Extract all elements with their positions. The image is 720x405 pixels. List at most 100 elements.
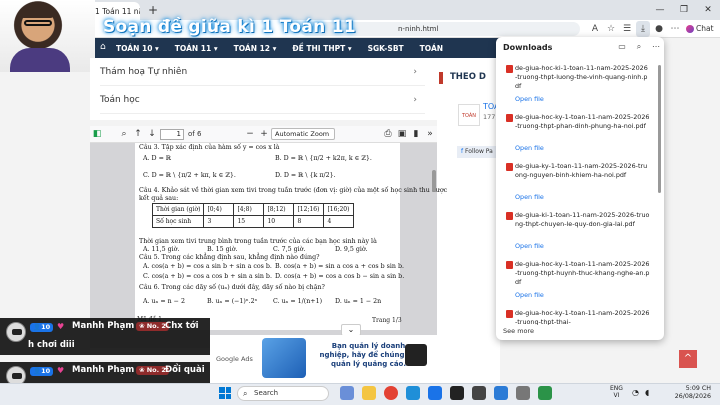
open-file-link[interactable]: Open file: [515, 291, 544, 299]
chevron-right-icon: ›: [413, 67, 417, 77]
table-cell: 10: [263, 215, 295, 228]
nav-toan-10[interactable]: TOÁN 10 ▾: [116, 44, 159, 53]
search-icon[interactable]: ⌕: [633, 42, 645, 54]
table-row: Số học sinh 3 15 10 8 4: [151, 215, 355, 228]
folder-icon[interactable]: ▭: [616, 42, 628, 54]
language-indicator[interactable]: ENG VI: [610, 385, 623, 399]
q4-option-b: B. 15 giờ.: [207, 246, 238, 253]
favorite-star-icon[interactable]: ☆: [604, 21, 618, 37]
chrome-icon[interactable]: [384, 386, 398, 400]
read-aloud-icon[interactable]: A: [588, 21, 602, 37]
table-cell: Số học sinh: [151, 215, 205, 228]
follow-label: Follow Pa: [465, 148, 493, 155]
tiktok-icon[interactable]: [450, 386, 464, 400]
scroll-top-button[interactable]: ^: [679, 350, 697, 368]
nav-toan-12[interactable]: TOÁN 12 ▾: [234, 44, 277, 53]
zoom-out-icon[interactable]: −: [244, 128, 256, 140]
more-options-icon[interactable]: ⋯: [650, 42, 662, 54]
more-menu-icon[interactable]: ⋯: [668, 21, 682, 37]
close-window-button[interactable]: ✕: [696, 0, 720, 20]
downloads-icon[interactable]: ⤓: [636, 21, 650, 37]
nav-toan[interactable]: TOÁN: [420, 44, 443, 53]
tools-icon[interactable]: »: [424, 128, 436, 140]
page-footer-number: Trang 1/3: [372, 317, 402, 324]
ad-image-phone: [405, 344, 427, 366]
see-more-link[interactable]: See more: [503, 327, 534, 335]
find-icon[interactable]: ⌕: [118, 128, 130, 140]
home-icon[interactable]: ⌂: [100, 42, 106, 52]
word-icon[interactable]: [428, 386, 442, 400]
q5-option-a: A. cos(a + b) = cos a sin b + sin a cos …: [143, 263, 272, 270]
open-file-link[interactable]: Open file: [515, 193, 544, 201]
zoom-in-icon[interactable]: +: [258, 128, 270, 140]
pdf-file-icon: [506, 261, 513, 269]
level-badge: 👤10: [30, 367, 54, 376]
data-table: Thời gian (giờ) [0;4) [4;8) [8;12) [12;1…: [151, 203, 355, 228]
download-item[interactable]: de-giua-hoc-ky-1-toan-11-nam-2025-2026-t…: [506, 309, 651, 325]
question-6: Câu 6. Trong các dãy số (uₙ) dưới đây, d…: [139, 284, 325, 291]
q5-option-b: B. cos(a + b) = sin a cos a + cos b sin …: [275, 263, 404, 270]
pdf-file-icon: [506, 212, 513, 220]
task-view-icon[interactable]: [340, 386, 354, 400]
windows-start-icon[interactable]: [219, 387, 231, 399]
minimize-button[interactable]: —: [648, 0, 672, 20]
pdf-file-icon: [506, 163, 513, 171]
nav-sgk-sbt[interactable]: SGK-SBT: [368, 44, 404, 53]
wifi-icon[interactable]: ◔: [632, 388, 639, 397]
print-icon[interactable]: ⎙: [382, 128, 394, 140]
heart-icon: ♥: [57, 366, 65, 375]
app-icon[interactable]: [538, 386, 552, 400]
q4-option-a: A. 11,5 giờ.: [143, 246, 180, 253]
file-explorer-icon[interactable]: [362, 386, 376, 400]
favorites-icon[interactable]: ☰: [620, 21, 634, 37]
volume-icon[interactable]: ◖: [645, 388, 649, 397]
app-icon[interactable]: [516, 386, 530, 400]
list-item-label: Thám hoạ Tự nhiên: [100, 67, 188, 77]
rank-badge: ❀ No. 2: [136, 366, 169, 375]
table-cell: 15: [233, 215, 265, 228]
previous-page-icon[interactable]: ↑: [132, 128, 144, 140]
edge-icon[interactable]: [406, 386, 420, 400]
rank-badge: ❀ No. 2: [136, 322, 169, 331]
sidebar-toggle-icon[interactable]: ◧: [91, 128, 103, 140]
downloads-scrollbar[interactable]: [658, 65, 661, 193]
taskbar-search[interactable]: ⌕ Search: [237, 386, 329, 401]
copilot-chat-button[interactable]: Chat: [686, 21, 718, 37]
q6-option-a: A. uₙ = n − 2: [143, 298, 185, 305]
app-icon[interactable]: [472, 386, 486, 400]
q6-option-d: D. uₙ = 1 − 2n: [335, 298, 382, 305]
profile-icon[interactable]: ●: [652, 21, 666, 37]
pdf-file-icon: [506, 65, 513, 73]
open-file-link[interactable]: Open file: [515, 95, 544, 103]
maximize-button[interactable]: ❐: [672, 0, 696, 20]
new-tab-button[interactable]: +: [146, 3, 160, 17]
list-item[interactable]: Thám hoạ Tự nhiên ›: [100, 58, 425, 86]
question-3: Câu 3. Tập xác định của hàm số y = cos x…: [139, 144, 280, 151]
list-item-label: Toán học: [100, 95, 140, 105]
q6-option-c: C. uₙ = 1/(n+1): [273, 298, 323, 305]
save-icon[interactable]: ▣: [396, 128, 408, 140]
nav-de-thi-thpt[interactable]: ĐỀ THI THPT ▾: [292, 44, 351, 53]
chat-text: Chx tới: [165, 321, 199, 331]
system-clock[interactable]: 5:09 CH 26/08/2026: [667, 385, 711, 401]
download-filename: de-giua-ki-1-toan-11-nam-2025-2026-truon…: [515, 211, 650, 228]
search-icon: ⌕: [243, 389, 248, 398]
nav-toan-11[interactable]: TOÁN 11 ▾: [175, 44, 218, 53]
pdf-scrollbar[interactable]: [432, 170, 436, 192]
pdf-page: Câu 3. Tập xác định của hàm số y = cos x…: [135, 143, 447, 330]
page-number-input[interactable]: 1: [160, 129, 184, 140]
q4-option-d: D. 9,5 giờ.: [335, 246, 368, 253]
page-logo[interactable]: TOÁN: [458, 104, 480, 126]
list-item[interactable]: Toán học ›: [100, 86, 425, 114]
next-page-icon[interactable]: ↓: [146, 128, 158, 140]
table-cell: [0;4): [203, 203, 235, 216]
zoom-select[interactable]: Automatic Zoom: [271, 128, 335, 140]
open-file-link[interactable]: Open file: [515, 242, 544, 250]
table-cell: [12;16): [293, 203, 325, 216]
app-icon[interactable]: [494, 386, 508, 400]
bookmark-icon[interactable]: ▮: [410, 128, 422, 140]
download-filename: de-giua-hoc-ky-1-toan-11-nam-2025-2026-t…: [515, 113, 650, 130]
table-cell: [16;20): [323, 203, 355, 216]
open-file-link[interactable]: Open file: [515, 144, 544, 152]
download-filename: de-giua-hoc-ki-1-toan-11-nam-2025-2026-t…: [515, 64, 648, 90]
